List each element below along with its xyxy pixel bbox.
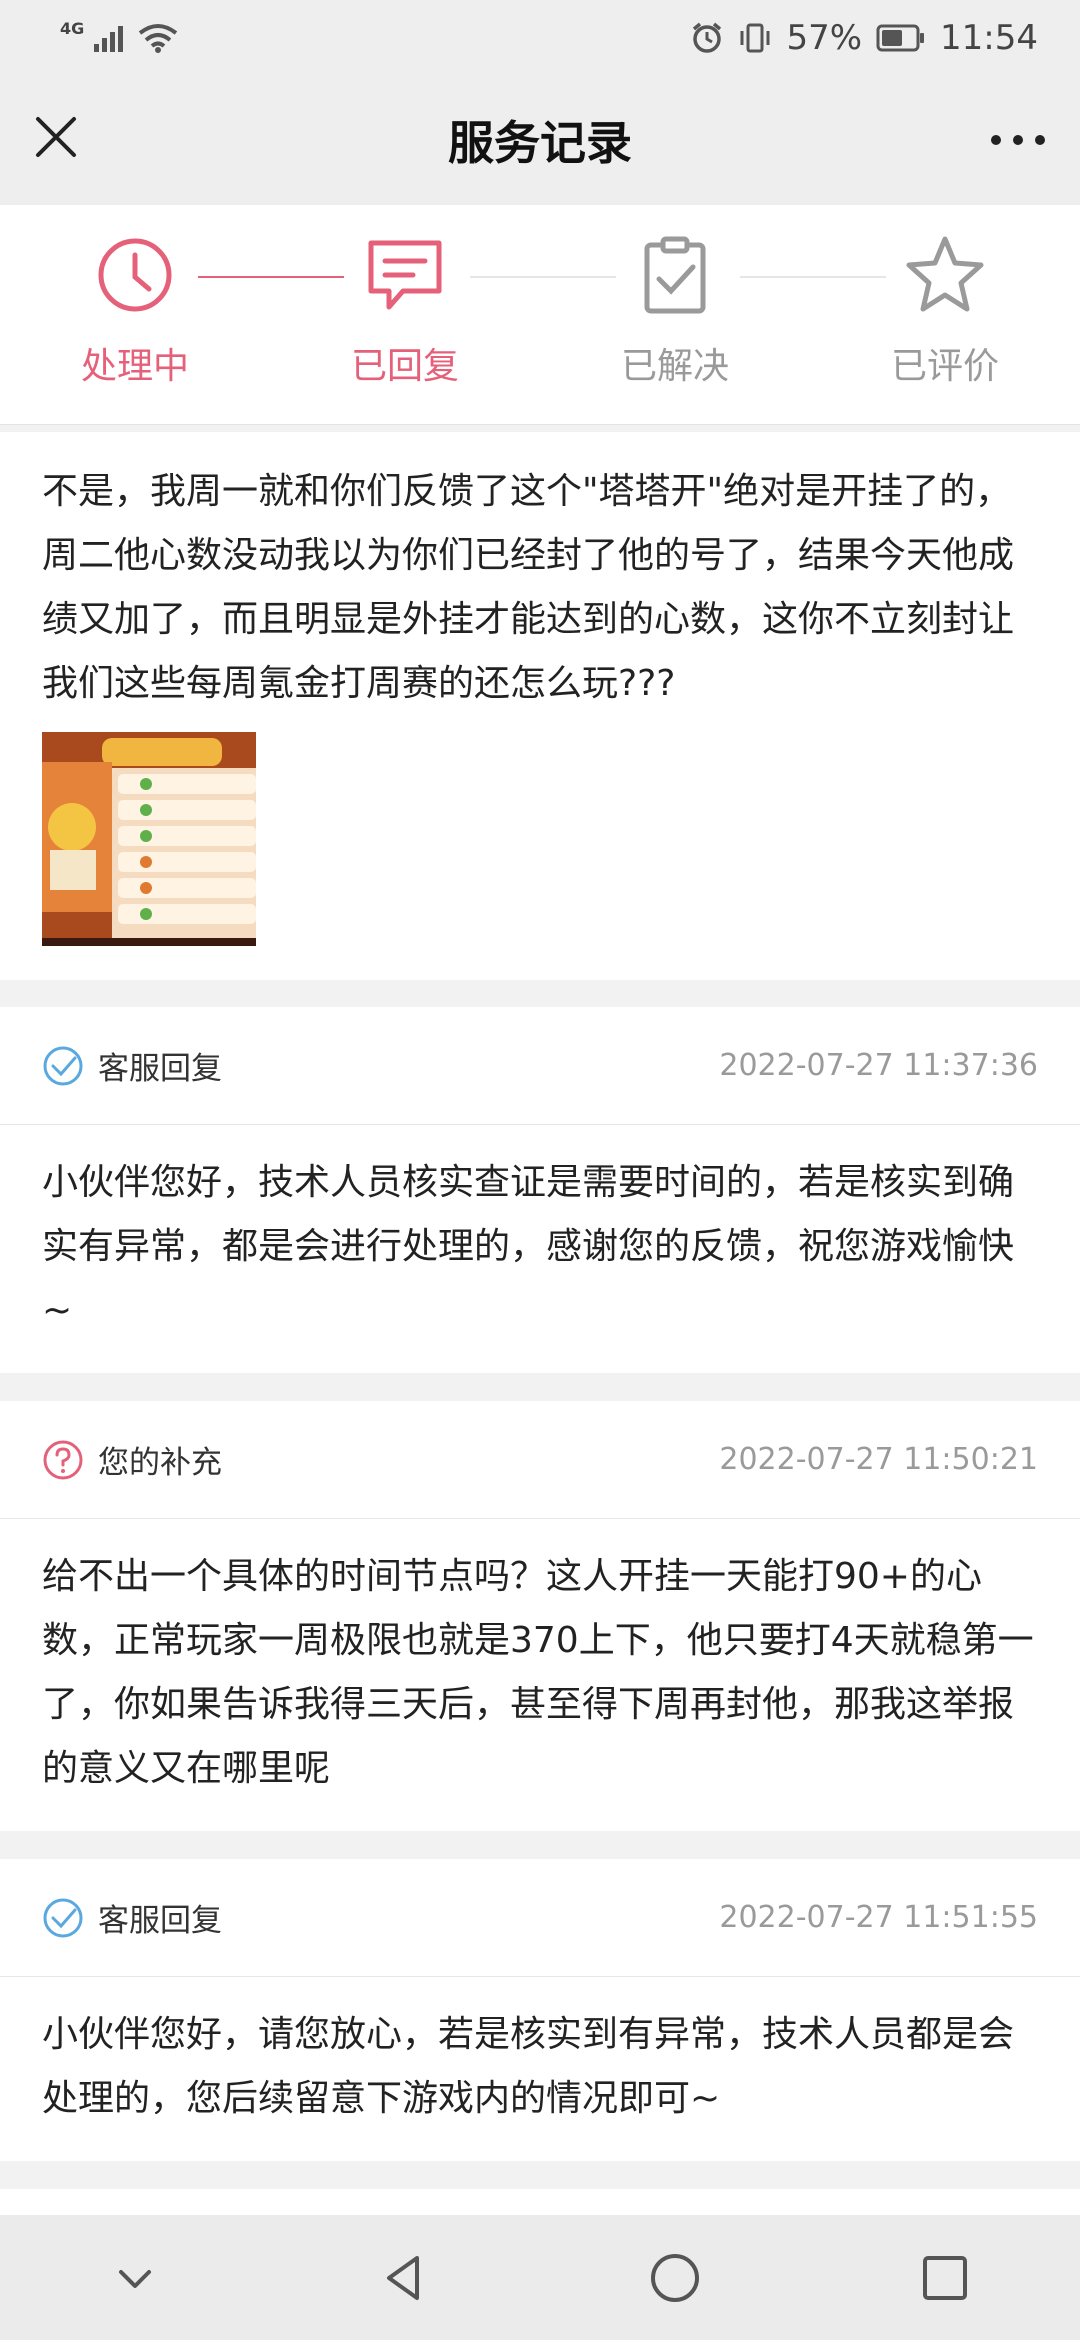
reply-text: 小伙伴您好，技术人员核实查证是需要时间的，若是核实到确实有异常，都是会进行处理的…: [42, 1162, 1015, 1331]
title-bar: 服务记录: [0, 75, 1080, 205]
reply-label: 客服回复: [98, 1903, 222, 1939]
attachment-thumbnail[interactable]: [42, 732, 256, 946]
step-label: 已回复: [350, 346, 459, 387]
supplement-label: 您的补充: [98, 1445, 222, 1481]
step-label: 已解决: [620, 346, 729, 387]
step-label: 已评价: [890, 346, 999, 387]
alarm-icon: [693, 22, 722, 53]
network-type: 4G: [60, 18, 85, 38]
nav-home-icon[interactable]: [645, 2248, 705, 2308]
system-nav-bar: [0, 2215, 1080, 2340]
check-circle-icon: [43, 1046, 83, 1085]
clock-icon: [98, 238, 172, 312]
message-icon: [368, 240, 442, 310]
wifi-icon: [139, 23, 178, 53]
reply-label: 客服回复: [98, 1051, 222, 1087]
supplement-header: 您的补充 2022-07-27 11:50:21: [0, 1401, 1080, 1519]
clipboard-check-icon: [644, 236, 706, 314]
status-left: 4G: [60, 18, 178, 53]
user-feedback-card: 不是，我周一就和你们反馈了这个"塔塔开"绝对是开挂了的，周二他心数没动我以为你们…: [0, 432, 1080, 980]
more-icon[interactable]: [986, 120, 1050, 160]
service-reply-card: 客服回复 2022-07-27 11:37:36 小伙伴您好，技术人员核实查证是…: [0, 1007, 1080, 1373]
game-screenshot-image: [42, 732, 256, 946]
feedback-text: 不是，我周一就和你们反馈了这个"塔塔开"绝对是开挂了的，周二他心数没动我以为你们…: [42, 471, 1015, 704]
nav-recents-icon[interactable]: [915, 2248, 975, 2308]
question-circle-icon: [43, 1440, 83, 1479]
signal-icon: [94, 25, 124, 52]
service-reply-header: 客服回复 2022-07-27 11:37:36: [0, 1007, 1080, 1125]
step-resolved: 已解决: [605, 235, 745, 389]
vibrate-icon: [740, 23, 770, 52]
service-reply-header: 客服回复 2022-07-27 11:51:55: [0, 1859, 1080, 1977]
step-connector: [198, 276, 344, 278]
clock-time: 11:54: [940, 17, 1038, 58]
step-connector: [740, 276, 886, 278]
battery-percent: 57%: [786, 17, 863, 58]
page-title: 服务记录: [448, 116, 632, 170]
supplement-timestamp: 2022-07-27 11:50:21: [719, 1442, 1038, 1477]
step-replied: 已回复: [335, 235, 475, 389]
status-right: 57% 11:54: [690, 18, 1038, 58]
close-icon[interactable]: [32, 113, 80, 161]
step-connector: [470, 276, 616, 278]
reply-timestamp: 2022-07-27 11:37:36: [719, 1048, 1038, 1083]
service-reply-card: 客服回复 2022-07-27 11:51:55 小伙伴您好，请您放心，若是核实…: [0, 1859, 1080, 2161]
step-processing: 处理中: [65, 235, 205, 389]
progress-steps: 处理中 已回复 已解决 已评价: [0, 205, 1080, 425]
chevron-down-icon[interactable]: [105, 2248, 165, 2308]
reply-text: 小伙伴您好，请您放心，若是核实到有异常，技术人员都是会处理的，您后续留意下游戏内…: [42, 2014, 1015, 2119]
next-card-partial: [0, 2189, 1080, 2215]
status-bar: 4G 57% 11:54: [0, 0, 1080, 75]
battery-icon: [876, 24, 925, 51]
step-rated: 已评价: [875, 235, 1015, 389]
supplement-text: 给不出一个具体的时间节点吗？这人开挂一天能打90+的心数，正常玩家一周极限也就是…: [42, 1556, 1034, 1789]
nav-back-icon[interactable]: [375, 2248, 435, 2308]
step-label: 处理中: [80, 346, 189, 387]
check-circle-icon: [43, 1898, 83, 1937]
user-supplement-card: 您的补充 2022-07-27 11:50:21 给不出一个具体的时间节点吗？这…: [0, 1401, 1080, 1831]
reply-timestamp: 2022-07-27 11:51:55: [719, 1900, 1038, 1935]
star-icon: [906, 236, 984, 312]
